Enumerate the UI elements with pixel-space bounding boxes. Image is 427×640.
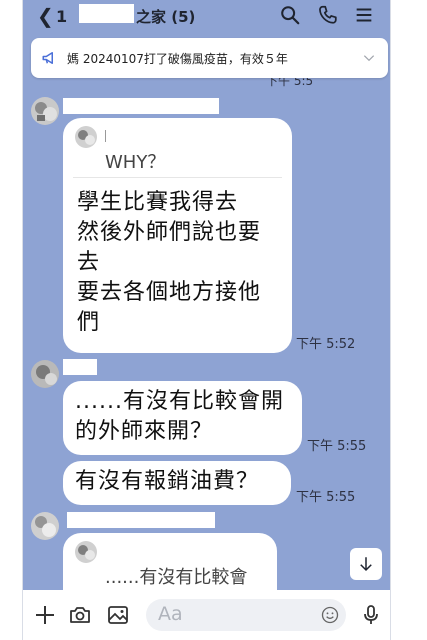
phone-icon[interactable] bbox=[317, 4, 339, 26]
chat-header: ❮ 1 之家 (5) bbox=[23, 0, 390, 32]
quoted-text: ......有沒有比較會 bbox=[105, 567, 248, 588]
title-redaction bbox=[79, 4, 134, 23]
pinned-announcement[interactable]: 媽 20240107打了破傷風疫苗，有效５年 bbox=[31, 38, 388, 78]
search-icon[interactable] bbox=[279, 4, 301, 26]
message-bubble[interactable]: WHY？ 學生比賽我得去 然後外師們說也要 去 要去各個地方接他 們 bbox=[63, 118, 292, 353]
message-time: 下午 5:52 bbox=[296, 337, 356, 352]
message-text: 學生比賽我得去 然後外師們說也要 去 要去各個地方接他 們 bbox=[77, 190, 262, 335]
unread-count[interactable]: 1 bbox=[56, 7, 67, 26]
emoji-icon[interactable] bbox=[320, 605, 340, 625]
message-bubble[interactable]: 有沒有報銷油費？ bbox=[63, 461, 291, 505]
chat-window: ❮ 1 之家 (5) 下午 5:5 媽 20240107打了破傷風疫苗，有效５年 bbox=[22, 0, 391, 640]
menu-icon[interactable] bbox=[353, 4, 375, 26]
plus-icon[interactable] bbox=[33, 603, 57, 627]
image-icon[interactable] bbox=[106, 603, 130, 627]
chat-title: 之家 (5) bbox=[136, 8, 196, 26]
sender-name-redaction bbox=[63, 359, 97, 375]
announcement-text: 媽 20240107打了破傷風疫苗，有效５年 bbox=[67, 52, 288, 66]
avatar[interactable] bbox=[31, 97, 59, 125]
scroll-to-bottom-button[interactable] bbox=[350, 548, 382, 580]
chevron-down-icon[interactable] bbox=[362, 51, 376, 65]
avatar bbox=[75, 541, 97, 563]
back-chevron-icon[interactable]: ❮ bbox=[37, 6, 54, 26]
avatar[interactable] bbox=[31, 512, 59, 540]
microphone-icon[interactable] bbox=[359, 603, 383, 627]
message-bubble[interactable]: ......有沒有比較會開 的外師來開？ bbox=[63, 381, 302, 455]
avatar bbox=[75, 126, 97, 148]
camera-icon[interactable] bbox=[68, 603, 92, 627]
sender-name-redaction bbox=[63, 98, 219, 114]
message-input[interactable]: Aa bbox=[146, 599, 346, 631]
sender-name-redaction bbox=[67, 512, 215, 528]
megaphone-icon bbox=[42, 52, 53, 64]
message-text: 有沒有報銷油費？ bbox=[75, 469, 260, 494]
reply-quote[interactable]: WHY？ bbox=[73, 118, 282, 178]
input-placeholder: Aa bbox=[158, 603, 183, 625]
reply-quote[interactable]: ......有沒有比較會 bbox=[73, 533, 267, 593]
message-time: 下午 5:55 bbox=[296, 490, 356, 505]
arrow-down-icon bbox=[360, 557, 372, 572]
message-time: 下午 5:55 bbox=[307, 439, 367, 454]
message-text: ......有沒有比較會開 的外師來開？ bbox=[75, 389, 284, 444]
message-input-bar: Aa bbox=[23, 590, 390, 640]
quoted-text: WHY？ bbox=[105, 152, 166, 173]
avatar[interactable] bbox=[31, 360, 59, 388]
